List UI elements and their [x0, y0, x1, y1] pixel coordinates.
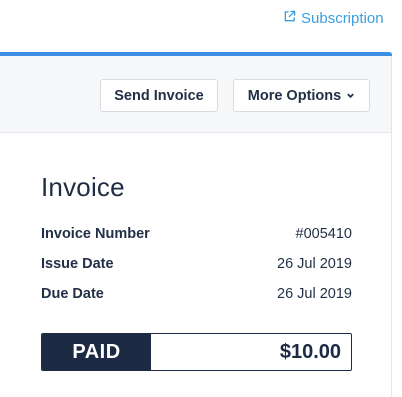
invoice-amount: $10.00 — [279, 340, 341, 363]
invoice-panel: Send Invoice More Options Invoice Invoic… — [0, 52, 392, 397]
invoice-content: Invoice Invoice Number #005410 Issue Dat… — [0, 134, 391, 397]
invoice-number-row: Invoice Number #005410 — [41, 224, 352, 244]
due-date-value: 26 Jul 2019 — [277, 286, 352, 302]
issue-date-value: 26 Jul 2019 — [277, 256, 352, 272]
due-date-label: Due Date — [41, 286, 104, 302]
top-bar: Subscription — [0, 0, 402, 52]
subscription-link-label: Subscription — [301, 10, 384, 27]
invoice-number-value: #005410 — [295, 226, 352, 242]
issue-date-row: Issue Date 26 Jul 2019 — [41, 254, 352, 274]
chevron-down-icon — [346, 88, 355, 104]
due-date-row: Due Date 26 Jul 2019 — [41, 284, 352, 304]
subscription-link[interactable]: Subscription — [283, 10, 384, 27]
external-link-icon — [283, 10, 296, 27]
status-badge: PAID — [42, 334, 151, 370]
more-options-label: More Options — [247, 87, 342, 104]
send-invoice-button[interactable]: Send Invoice — [100, 79, 218, 112]
invoice-toolbar: Send Invoice More Options — [0, 56, 391, 133]
issue-date-label: Issue Date — [41, 256, 114, 272]
page-title: Invoice — [41, 172, 125, 202]
invoice-number-label: Invoice Number — [41, 226, 150, 242]
send-invoice-label: Send Invoice — [114, 87, 204, 104]
more-options-button[interactable]: More Options — [233, 79, 370, 112]
payment-status-box: PAID $10.00 — [41, 333, 352, 371]
